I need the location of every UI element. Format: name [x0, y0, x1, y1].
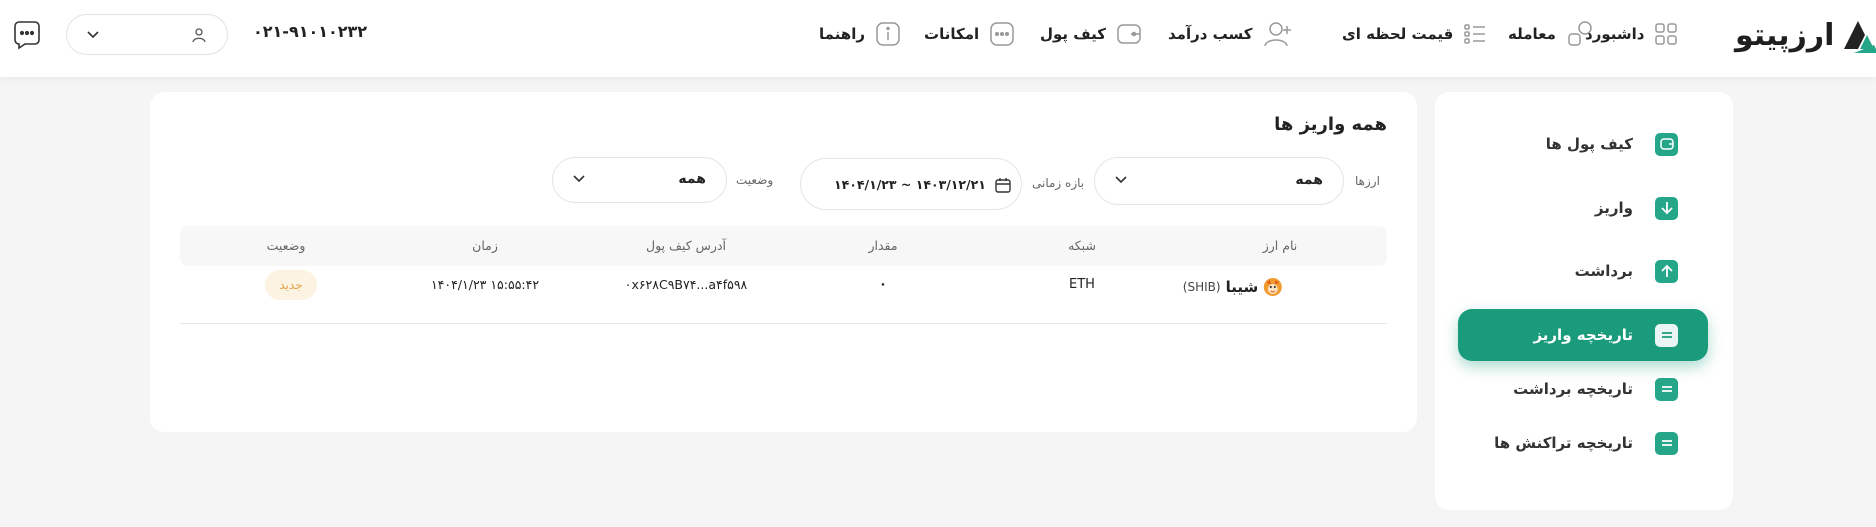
dashboard-grid-icon — [1655, 23, 1678, 45]
nav-live-price-label: قیمت لحظه ای — [1342, 25, 1454, 43]
status-badge: جدید — [265, 270, 317, 300]
history-icon — [1655, 323, 1678, 347]
sidebar-item-withdraw[interactable]: برداشت — [1458, 245, 1708, 297]
column-header-address: آدرس کیف پول — [646, 238, 726, 253]
table-row: (SHIB) شیبا — [1183, 277, 1283, 297]
chevron-down-icon — [1115, 176, 1127, 184]
date-range-label: بازه زمانی — [1032, 176, 1085, 190]
sidebar-item-label: تاریخچه تراکنش ها — [1494, 434, 1633, 452]
arrow-down-icon — [1655, 196, 1678, 220]
chevron-down-icon — [87, 31, 99, 39]
sidebar-item-deposit-history[interactable]: تاریخچه واریز — [1458, 309, 1708, 361]
nav-features-label: امکانات — [924, 25, 980, 43]
logo[interactable]: ارزپیتو — [1735, 12, 1876, 58]
arrow-up-icon — [1655, 259, 1678, 283]
chevron-down-icon — [573, 175, 585, 183]
column-header-currency: نام ارز — [1262, 238, 1298, 253]
column-header-amount: مقدار — [868, 238, 898, 253]
column-header-time: زمان — [472, 238, 498, 253]
support-phone: ۰۲۱-۹۱۰۱۰۲۳۲ — [253, 22, 368, 41]
chat-support-icon[interactable] — [13, 20, 41, 50]
sidebar-item-wallets[interactable]: کیف پول ها — [1458, 118, 1708, 170]
time-cell: ۱۴۰۴/۱/۲۳ ۱۵:۵۵:۴۲ — [430, 277, 540, 292]
logo-text: ارزپیتو — [1735, 17, 1835, 53]
nav-features[interactable]: امکانات — [924, 18, 1015, 50]
nav-wallet[interactable]: کیف پول — [1040, 18, 1142, 50]
calendar-icon — [995, 178, 1011, 193]
status-filter-value: همه — [678, 171, 706, 187]
column-header-network: شبکه — [1068, 238, 1096, 253]
page-title: همه واریز ها — [1274, 114, 1387, 135]
user-menu-dropdown[interactable] — [66, 14, 228, 55]
info-icon — [876, 22, 900, 46]
sidebar-item-label: تاریخچه واریز — [1533, 326, 1633, 344]
currency-symbol: (SHIB) — [1182, 280, 1221, 294]
status-filter-select[interactable]: همه — [552, 157, 727, 203]
user-icon — [192, 28, 206, 43]
shiba-coin-icon — [1264, 278, 1283, 296]
row-divider — [180, 323, 1387, 324]
wallet-address-cell[interactable]: ۰x۶۲۸C۹B۷۴...a۴f۵۹۸ — [625, 277, 748, 292]
deposit-history-panel: همه واریز ها ارزها همه بازه زمانی ۱۴۰۴/۱… — [150, 92, 1417, 432]
sidebar-item-transaction-history[interactable]: تاریخچه تراکنش ها — [1458, 417, 1708, 469]
sidebar-item-label: تاریخچه برداشت — [1513, 380, 1633, 398]
date-range-value: ۱۴۰۴/۱/۲۳ ~ ۱۴۰۳/۱۲/۲۱ — [834, 177, 986, 192]
sidebar-item-label: برداشت — [1574, 262, 1633, 280]
trade-icon — [1568, 21, 1592, 46]
wallet-icon — [1117, 24, 1141, 44]
table-header — [180, 226, 1387, 266]
currency-filter-value: همه — [1295, 172, 1323, 188]
column-header-status: وضعیت — [266, 238, 306, 253]
nav-trade-label: معامله — [1508, 25, 1556, 43]
sidebar-item-label: کیف پول ها — [1545, 135, 1633, 153]
status-filter-label: وضعیت — [736, 173, 774, 187]
history-icon — [1655, 431, 1678, 455]
price-list-icon — [1464, 24, 1486, 44]
nav-trade[interactable]: معامله — [1508, 18, 1594, 50]
history-icon — [1655, 377, 1678, 401]
network-cell: ETH — [1069, 277, 1095, 292]
nav-live-price[interactable]: قیمت لحظه ای — [1342, 18, 1487, 50]
date-range-picker[interactable]: ۱۴۰۴/۱/۲۳ ~ ۱۴۰۳/۱۲/۲۱ — [800, 158, 1022, 210]
nav-earn[interactable]: کسب درآمد — [1168, 18, 1293, 50]
add-user-icon — [1263, 22, 1291, 47]
sidebar-item-withdraw-history[interactable]: تاریخچه برداشت — [1458, 363, 1708, 415]
currency-filter-label: ارزها — [1355, 174, 1380, 188]
top-header: ارزپیتو داشبورد معامله قیمت لحظه ای کسب … — [0, 0, 1876, 77]
logo-mark-icon — [1844, 21, 1876, 53]
sidebar-item-label: واریز — [1594, 199, 1633, 217]
nav-dashboard[interactable]: داشبورد — [1585, 18, 1678, 50]
currency-name: شیبا — [1225, 278, 1259, 296]
sidebar: کیف پول ها واریز برداشت تاریخچه واریز تا… — [1435, 92, 1733, 510]
wallet-icon — [1655, 132, 1678, 156]
nav-wallet-label: کیف پول — [1040, 25, 1106, 43]
amount-cell: ۰ — [879, 277, 887, 292]
currency-filter-select[interactable]: همه — [1094, 157, 1344, 205]
nav-dashboard-label: داشبورد — [1585, 25, 1645, 43]
nav-earn-label: کسب درآمد — [1168, 25, 1253, 43]
sidebar-item-deposit[interactable]: واریز — [1458, 182, 1708, 234]
nav-help[interactable]: راهنما — [819, 18, 901, 50]
more-dots-icon — [990, 22, 1014, 46]
nav-help-label: راهنما — [819, 25, 865, 43]
